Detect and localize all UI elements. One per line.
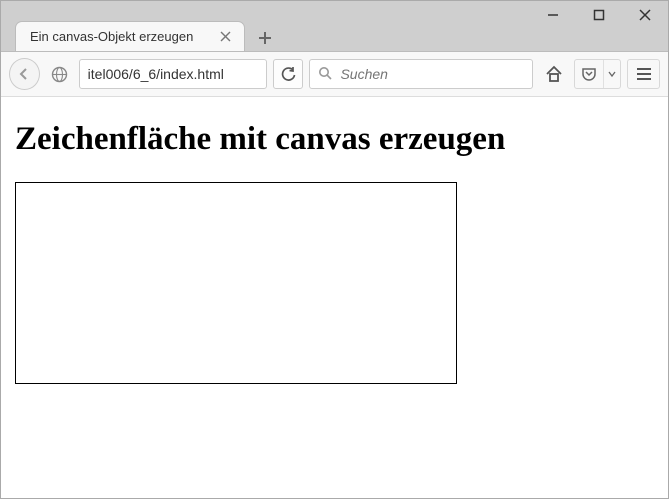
toolbar: itel006/6_6/index.html xyxy=(1,52,668,97)
pocket-dropdown[interactable] xyxy=(603,60,620,88)
url-bar[interactable]: itel006/6_6/index.html xyxy=(79,59,267,89)
minimize-button[interactable] xyxy=(530,1,576,29)
reload-button[interactable] xyxy=(273,59,304,89)
url-text: itel006/6_6/index.html xyxy=(88,66,224,82)
tab-close-icon[interactable] xyxy=(216,28,234,46)
pocket-button[interactable] xyxy=(575,60,603,88)
pocket-button-group xyxy=(574,59,621,89)
page-heading: Zeichenfläche mit canvas erzeugen xyxy=(15,121,654,158)
close-button[interactable] xyxy=(622,1,668,29)
search-icon xyxy=(318,66,332,83)
search-bar[interactable] xyxy=(309,59,533,89)
search-input[interactable] xyxy=(338,65,524,83)
tab-active[interactable]: Ein canvas-Objekt erzeugen xyxy=(15,21,245,51)
menu-button[interactable] xyxy=(627,59,660,89)
titlebar: Ein canvas-Objekt erzeugen xyxy=(1,1,668,52)
site-identity-icon[interactable] xyxy=(46,60,73,88)
browser-window: Ein canvas-Objekt erzeugen itel006/6_6/i… xyxy=(0,0,669,499)
canvas-element xyxy=(15,182,457,384)
maximize-button[interactable] xyxy=(576,1,622,29)
back-button[interactable] xyxy=(9,58,40,90)
window-controls xyxy=(530,1,668,29)
tab-title: Ein canvas-Objekt erzeugen xyxy=(30,29,210,44)
tabstrip: Ein canvas-Objekt erzeugen xyxy=(15,21,279,51)
page-content: Zeichenfläche mit canvas erzeugen xyxy=(1,97,668,398)
home-button[interactable] xyxy=(539,60,568,88)
new-tab-button[interactable] xyxy=(251,25,279,51)
